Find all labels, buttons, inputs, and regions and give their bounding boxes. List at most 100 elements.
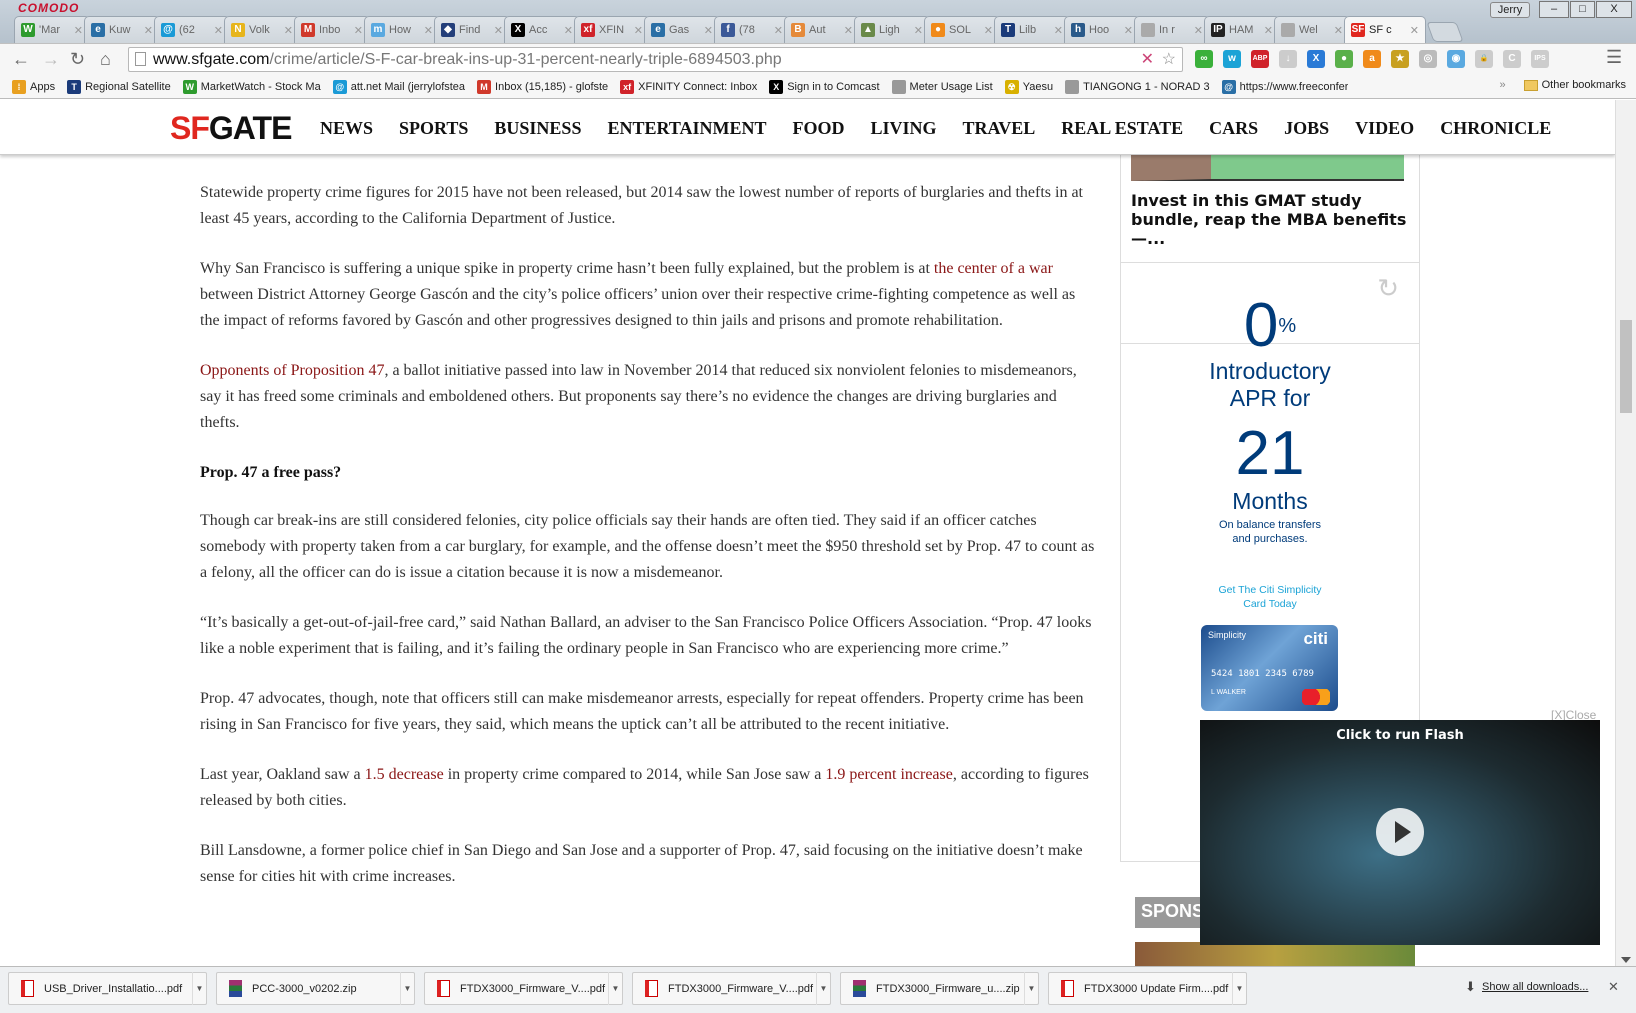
menu-icon[interactable]: ☰ <box>1606 47 1622 68</box>
tab-close-icon[interactable]: ✕ <box>984 24 993 37</box>
bookmark-item[interactable]: T Regional Satellite <box>67 79 171 94</box>
tab-close-icon[interactable]: ✕ <box>1054 24 1063 37</box>
nav-item-travel[interactable]: TRAVEL <box>963 118 1036 139</box>
bookmark-item[interactable]: Meter Usage List <box>891 79 993 94</box>
nav-item-business[interactable]: BUSINESS <box>494 118 581 139</box>
tab-close-icon[interactable]: ✕ <box>214 24 223 37</box>
download-menu-arrow-icon[interactable]: ▼ <box>608 972 622 1005</box>
close-window-button[interactable]: X <box>1596 1 1632 18</box>
download-icon[interactable]: ↓ <box>1279 50 1297 68</box>
tab-close-icon[interactable]: ✕ <box>74 24 83 37</box>
tab-close-icon[interactable]: ✕ <box>1334 24 1343 37</box>
download-item[interactable]: FTDX3000 Update Firm....pdf ▼ <box>1048 972 1247 1005</box>
article-link[interactable]: Opponents of Proposition 47 <box>200 362 384 379</box>
show-all-downloads-link[interactable]: Show all downloads... <box>1482 981 1588 993</box>
tab-item[interactable]: T Lilb ✕ <box>994 16 1070 43</box>
download-item[interactable]: FTDX3000_Firmware_V....pdf ▼ <box>632 972 831 1005</box>
play-icon[interactable] <box>1376 808 1424 856</box>
frog-icon[interactable]: ● <box>1335 50 1353 68</box>
nav-item-sports[interactable]: SPORTS <box>399 118 468 139</box>
address-bar[interactable]: www.sfgate.com/crime/article/S-F-car-bre… <box>128 47 1183 72</box>
tab-close-icon[interactable]: ✕ <box>284 24 293 37</box>
tab-item[interactable]: e Gas ✕ <box>644 16 720 43</box>
tab-close-icon[interactable]: ✕ <box>424 24 433 37</box>
tab-item[interactable]: W 'Mar ✕ <box>14 16 90 43</box>
download-item[interactable]: USB_Driver_Installatio....pdf ▼ <box>8 972 207 1005</box>
tab-close-icon[interactable]: ✕ <box>1264 24 1273 37</box>
tab-item[interactable]: ● SOL ✕ <box>924 16 1000 43</box>
bookmark-item[interactable]: ☢ Yaesu <box>1004 79 1053 94</box>
bookmark-item[interactable]: W MarketWatch - Stock Ma <box>182 79 321 94</box>
tab-item[interactable]: IP HAM ✕ <box>1204 16 1280 43</box>
cookie-blocked-icon[interactable]: ✕ <box>1141 48 1154 71</box>
vertical-scrollbar[interactable] <box>1615 100 1636 966</box>
lock-icon[interactable]: 🔒 <box>1475 50 1493 68</box>
download-menu-arrow-icon[interactable]: ▼ <box>192 972 206 1005</box>
tab-close-icon[interactable]: ✕ <box>494 24 503 37</box>
bookmark-star-icon[interactable]: ☆ <box>1162 48 1176 71</box>
tab-close-icon[interactable]: ✕ <box>844 24 853 37</box>
tab-item[interactable]: In r ✕ <box>1134 16 1210 43</box>
tab-close-icon[interactable]: ✕ <box>704 24 713 37</box>
tab-close-icon[interactable]: ✕ <box>1194 24 1203 37</box>
tab-item[interactable]: e Kuw ✕ <box>84 16 160 43</box>
reload-icon[interactable]: ↻ <box>70 49 85 70</box>
bookmark-item[interactable]: M Inbox (15,185) - glofste <box>477 79 608 94</box>
forward-icon[interactable]: → <box>42 49 60 70</box>
overflow-chevron-icon[interactable]: » <box>1500 79 1506 91</box>
ad-cta-link[interactable]: Get The Citi Simplicity Card Today <box>1210 583 1330 611</box>
tab-item[interactable]: m How ✕ <box>364 16 440 43</box>
nav-item-food[interactable]: FOOD <box>793 118 845 139</box>
article-link[interactable]: 1.9 percent increase <box>825 766 952 783</box>
download-menu-arrow-icon[interactable]: ▼ <box>1232 972 1246 1005</box>
camera-icon[interactable]: ◎ <box>1419 50 1437 68</box>
tab-close-icon[interactable]: ✕ <box>774 24 783 37</box>
tab-item[interactable]: B Aut ✕ <box>784 16 860 43</box>
article-link[interactable]: 1.5 decrease <box>365 766 444 783</box>
tab-item[interactable]: h Hoo ✕ <box>1064 16 1140 43</box>
tab-item[interactable]: N Volk ✕ <box>224 16 300 43</box>
nav-item-entertainment[interactable]: ENTERTAINMENT <box>607 118 766 139</box>
sheriff-icon[interactable]: ★ <box>1391 50 1409 68</box>
download-item[interactable]: PCC-3000_v0202.zip ▼ <box>216 972 415 1005</box>
bookmark-item[interactable]: TIANGONG 1 - NORAD 3 <box>1065 79 1210 94</box>
c-ext-icon[interactable]: C <box>1503 50 1521 68</box>
tab-item[interactable]: ▲ Ligh ✕ <box>854 16 930 43</box>
maximize-button[interactable]: □ <box>1570 1 1595 18</box>
article-link[interactable]: the center of a war <box>934 260 1053 277</box>
tab-item[interactable]: ◆ Find ✕ <box>434 16 510 43</box>
tab-item[interactable]: xf XFIN ✕ <box>574 16 650 43</box>
download-menu-arrow-icon[interactable]: ▼ <box>400 972 414 1005</box>
bookmark-item[interactable]: xf XFINITY Connect: Inbox <box>620 79 757 94</box>
bookmark-item[interactable]: X Sign in to Comcast <box>769 79 880 94</box>
shield-icon[interactable]: ◉ <box>1447 50 1465 68</box>
nav-item-real-estate[interactable]: REAL ESTATE <box>1061 118 1183 139</box>
ips-icon[interactable]: IPS <box>1531 50 1549 68</box>
nav-item-video[interactable]: VIDEO <box>1355 118 1414 139</box>
tab-close-icon[interactable]: ✕ <box>144 24 153 37</box>
profile-button[interactable]: Jerry <box>1490 2 1530 18</box>
tab-close-icon[interactable]: ✕ <box>564 24 573 37</box>
nav-item-chronicle[interactable]: CHRONICLE <box>1440 118 1551 139</box>
other-bookmarks[interactable]: » Other bookmarks <box>1500 79 1627 91</box>
home-icon[interactable]: ⌂ <box>100 49 111 70</box>
tab-item[interactable]: SF SF c ✕ <box>1344 16 1426 43</box>
amazon-icon[interactable]: a <box>1363 50 1381 68</box>
scrollbar-thumb[interactable] <box>1620 320 1632 413</box>
nav-item-cars[interactable]: CARS <box>1209 118 1258 139</box>
new-tab-button[interactable] <box>1426 22 1464 42</box>
tab-close-icon[interactable]: ✕ <box>634 24 643 37</box>
download-menu-arrow-icon[interactable]: ▼ <box>816 972 830 1005</box>
sponsored-image[interactable] <box>1135 942 1415 966</box>
tab-close-icon[interactable]: ✕ <box>1124 24 1133 37</box>
tab-item[interactable]: M Inbo ✕ <box>294 16 370 43</box>
tab-item[interactable]: Wel ✕ <box>1274 16 1350 43</box>
tab-item[interactable]: @ (62 ✕ <box>154 16 230 43</box>
tab-item[interactable]: f (78 ✕ <box>714 16 790 43</box>
close-downloads-icon[interactable]: ✕ <box>1608 979 1619 995</box>
bookmark-item[interactable]: @ https://www.freeconfer <box>1221 79 1348 94</box>
chromodo-green-icon[interactable]: ∞ <box>1195 50 1213 68</box>
tab-close-icon[interactable]: ✕ <box>354 24 363 37</box>
promo-caption[interactable]: Invest in this GMAT study bundle, reap t… <box>1131 191 1411 248</box>
download-menu-arrow-icon[interactable]: ▼ <box>1024 972 1038 1005</box>
